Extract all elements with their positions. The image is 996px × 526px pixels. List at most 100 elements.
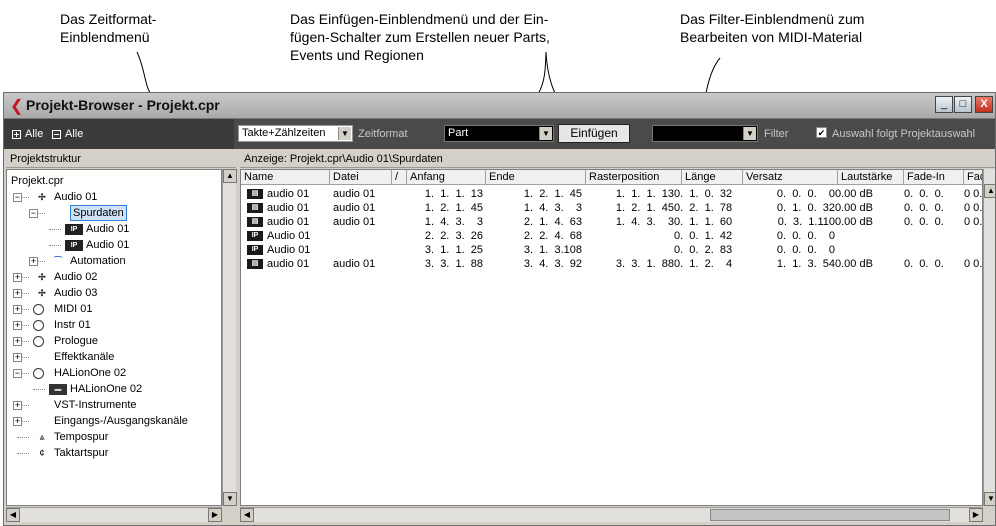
tree-item[interactable]: + Eingangs-/Ausgangskanäle bbox=[7, 413, 221, 429]
tree-item-label: Projekt.cpr bbox=[11, 175, 64, 187]
table-row[interactable]: IP Audio 01 3. 1. 1. 25 3. 1. 3.108 0. 0. 2.… bbox=[241, 243, 982, 257]
collapse-icon[interactable]: − bbox=[13, 369, 22, 378]
tree-item[interactable]: + Prologue bbox=[7, 333, 221, 349]
table-row[interactable]: IP Audio 01 2. 2. 3. 26 2. 2. 4. 68 0. 0. 1.… bbox=[241, 229, 982, 243]
audio-event-icon: ▤ bbox=[247, 217, 263, 227]
expand-icon[interactable]: + bbox=[13, 417, 22, 426]
expand-icon[interactable]: + bbox=[13, 353, 22, 362]
cell-laut: 0.00 dB bbox=[835, 202, 873, 214]
cell-ende: 2. 2. 4. 68 bbox=[523, 230, 582, 242]
tree-item[interactable]: IP Audio 01 bbox=[7, 237, 221, 253]
cell-ende: 1. 4. 3. 3 bbox=[523, 202, 582, 214]
tree-item[interactable]: + ✢ Audio 02 bbox=[7, 269, 221, 285]
column-header[interactable]: / bbox=[392, 170, 407, 185]
column-header[interactable]: Anfang bbox=[407, 170, 486, 185]
column-header[interactable]: Versatz bbox=[743, 170, 838, 185]
expand-icon[interactable]: + bbox=[13, 273, 22, 282]
table-row[interactable]: ▤ audio 01 audio 01 3. 3. 1. 88 3. 4. 3. 92 3… bbox=[241, 257, 982, 271]
column-header[interactable]: Fade bbox=[964, 170, 982, 185]
tree-horizontal-scrollbar[interactable]: ◀ ▶ bbox=[6, 507, 222, 522]
column-header[interactable]: Name bbox=[241, 170, 330, 185]
audio-event-icon: ▤ bbox=[247, 189, 263, 199]
scroll-up-icon[interactable]: ▲ bbox=[223, 169, 237, 183]
table-row[interactable]: ▤ audio 01 audio 01 1. 4. 3. 3 2. 1. 4. 63 1.… bbox=[241, 215, 982, 229]
title-bar[interactable]: ❮ Projekt-Browser - Projekt.cpr _ □ X bbox=[4, 93, 995, 119]
tree-item[interactable]: IP Audio 01 bbox=[7, 221, 221, 237]
insert-button[interactable]: Einfügen bbox=[558, 124, 630, 143]
collapse-icon[interactable]: − bbox=[29, 209, 38, 218]
cell-fade: 0 0. bbox=[964, 188, 983, 200]
column-header[interactable]: Länge bbox=[682, 170, 743, 185]
cell-laenge: 0. 0. 1. 42 bbox=[674, 230, 733, 242]
follow-selection-checkbox[interactable]: ✔ bbox=[816, 127, 827, 138]
tree-item[interactable]: Projekt.cpr bbox=[7, 173, 221, 189]
cell-anfang: 1. 4. 3. 3 bbox=[424, 216, 483, 228]
scroll-down-icon[interactable]: ▼ bbox=[984, 492, 995, 506]
scroll-right-icon[interactable]: ▶ bbox=[208, 508, 222, 522]
scroll-thumb[interactable] bbox=[710, 509, 950, 521]
tree-item[interactable]: − Spurdaten bbox=[7, 205, 221, 221]
project-browser-window: ❮ Projekt-Browser - Projekt.cpr _ □ X Al… bbox=[3, 92, 996, 526]
tree-item[interactable]: + MIDI 01 bbox=[7, 301, 221, 317]
expand-all-button[interactable]: Alle bbox=[12, 128, 43, 140]
grid-horizontal-scrollbar[interactable]: ◀ ▶ bbox=[240, 507, 983, 522]
cell-fadein bbox=[904, 243, 962, 258]
scroll-left-icon[interactable]: ◀ bbox=[240, 508, 254, 522]
tree-item[interactable]: ⩓ Tempospur bbox=[7, 429, 221, 445]
cell-versatz: 0. 3. 1.110 bbox=[777, 216, 835, 228]
expand-icon[interactable]: + bbox=[13, 321, 22, 330]
tree-item[interactable]: + Effektkanäle bbox=[7, 349, 221, 365]
close-button[interactable]: X bbox=[975, 96, 993, 113]
maximize-button[interactable]: □ bbox=[954, 96, 972, 113]
tree-item[interactable]: ¢ Taktartspur bbox=[7, 445, 221, 461]
table-row[interactable]: ▤ audio 01 audio 01 1. 1. 1. 13 1. 2. 1. 45 1… bbox=[241, 187, 982, 201]
tree-connector bbox=[49, 245, 61, 246]
cell-anfang: 1. 2. 1. 45 bbox=[424, 202, 483, 214]
tree-item[interactable]: ▬ HALionOne 02 bbox=[7, 381, 221, 397]
tree-item[interactable]: − ✢ Audio 01 bbox=[7, 189, 221, 205]
column-header[interactable]: Fade-In bbox=[904, 170, 964, 185]
expand-icon[interactable]: + bbox=[13, 289, 22, 298]
audio-part-icon: IP bbox=[247, 245, 263, 255]
collapse-all-button[interactable]: Alle bbox=[52, 128, 83, 140]
scroll-left-icon[interactable]: ◀ bbox=[6, 508, 20, 522]
minimize-button[interactable]: _ bbox=[935, 96, 953, 113]
expand-icon[interactable]: + bbox=[29, 257, 38, 266]
cell-ende: 2. 1. 4. 63 bbox=[523, 216, 582, 228]
cell-raster: 1. 1. 1. 13 bbox=[615, 188, 674, 200]
tree-item[interactable]: + VST-Instrumente bbox=[7, 397, 221, 413]
tree-item[interactable]: + ✢ Audio 03 bbox=[7, 285, 221, 301]
scroll-up-icon[interactable]: ▲ bbox=[984, 184, 995, 198]
column-header[interactable]: Lautstärke bbox=[838, 170, 904, 185]
cell-fadein: 0. 0. 0. bbox=[904, 216, 944, 228]
expand-icon[interactable]: + bbox=[13, 401, 22, 410]
column-header[interactable]: Ende bbox=[486, 170, 586, 185]
midi-track-icon bbox=[33, 320, 44, 331]
synth-icon: ▬ bbox=[49, 384, 67, 395]
expand-icon[interactable]: + bbox=[13, 305, 22, 314]
tree-item[interactable]: + Instr 01 bbox=[7, 317, 221, 333]
event-grid: Name Datei / Anfang Ende Rasterposition Länge V… bbox=[240, 169, 983, 506]
time-format-dropdown[interactable]: Takte+Zählzeiten ▼ bbox=[238, 125, 353, 142]
tree-item[interactable]: + ⁀ Automation bbox=[7, 253, 221, 269]
insert-type-dropdown[interactable]: Part ▼ bbox=[444, 125, 554, 142]
tree-item-label: HALionOne 02 bbox=[54, 367, 127, 379]
scroll-right-icon[interactable]: ▶ bbox=[969, 508, 983, 522]
cell-raster: 1. 2. 1. 45 bbox=[615, 202, 674, 214]
collapse-icon[interactable]: − bbox=[13, 193, 22, 202]
tree-vertical-scrollbar[interactable]: ▲ ▼ bbox=[222, 169, 237, 506]
table-row[interactable]: ▤ audio 01 audio 01 1. 2. 1. 45 1. 4. 3. 3 1.… bbox=[241, 201, 982, 215]
grid-vertical-scrollbar[interactable]: ▲ ▼ bbox=[983, 169, 995, 506]
scroll-down-icon[interactable]: ▼ bbox=[223, 492, 237, 506]
project-tree: Projekt.cpr − ✢ Audio 01− Spurdaten IP Audio 0… bbox=[6, 169, 222, 506]
callout-filter: Das Filter-Einblendmenü zum Bearbeiten v… bbox=[680, 11, 865, 45]
column-header[interactable]: Rasterposition bbox=[586, 170, 682, 185]
tree-item[interactable]: − HALionOne 02 bbox=[7, 365, 221, 381]
expand-icon[interactable]: + bbox=[13, 337, 22, 346]
column-header[interactable]: Datei bbox=[330, 170, 392, 185]
cell-fade bbox=[964, 229, 982, 244]
filter-dropdown[interactable]: ▼ bbox=[652, 125, 758, 142]
tempo-icon: ⩓ bbox=[39, 432, 45, 442]
cell-fade: 0 0. bbox=[964, 216, 983, 228]
cell-versatz: 0. 1. 0. 32 bbox=[776, 202, 835, 214]
